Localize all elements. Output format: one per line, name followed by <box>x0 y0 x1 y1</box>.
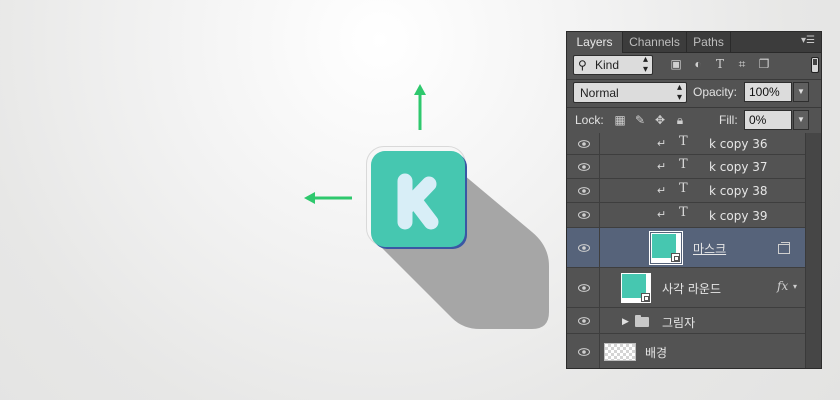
lock-label: Lock: <box>575 113 604 127</box>
fill-label: Fill: <box>719 113 738 127</box>
layers-panel: Layers Channels Paths ▾☰ ⚲ Kind ▴ ▾ ▣ ◐ T… <box>566 31 822 369</box>
visibility-cell[interactable] <box>567 203 600 227</box>
blend-mode-value: Normal <box>580 86 619 100</box>
visibility-cell[interactable] <box>567 334 600 368</box>
layer-row-k-copy-39[interactable]: ↵ T k copy 39 <box>567 203 805 228</box>
layer-name: 그림자 <box>662 316 696 330</box>
clipping-mask-icon: ↵ <box>657 161 667 173</box>
eye-icon[interactable] <box>578 317 590 325</box>
layer-name[interactable]: 마스크 <box>693 240 726 257</box>
lock-paint-icon[interactable]: ✎ <box>633 112 647 128</box>
adjustment-filter-icon[interactable]: ◐ <box>691 57 705 71</box>
search-icon: ⚲ <box>578 58 587 72</box>
lock-move-icon[interactable]: ✥ <box>653 112 667 128</box>
eye-icon[interactable] <box>578 163 590 171</box>
app-icon-face <box>371 151 465 247</box>
lock-all-icon[interactable]: 🔒︎ <box>673 112 687 128</box>
layers-scrollbar[interactable] <box>805 133 821 368</box>
opacity-input[interactable]: 100% <box>744 82 792 102</box>
filter-kind-select[interactable]: ⚲ Kind ▴ ▾ <box>573 55 653 75</box>
k-letter-glyph <box>397 173 439 230</box>
vector-mask-icon <box>671 253 680 262</box>
arrow-left-icon <box>304 192 352 204</box>
layer-name: 사각 라운드 <box>662 282 722 296</box>
layer-name: k copy 38 <box>709 184 768 198</box>
layer-name: k copy 36 <box>709 137 768 151</box>
color-label-mark <box>567 368 597 369</box>
filter-toggle-switch[interactable] <box>811 57 819 73</box>
visibility-cell[interactable] <box>567 179 600 202</box>
clipping-mask-icon: ↵ <box>657 209 667 221</box>
spinner-icon: ▴ ▾ <box>676 82 682 103</box>
long-shadow <box>370 170 549 329</box>
spinner-icon: ▴ ▾ <box>642 54 648 75</box>
lock-transparent-icon[interactable]: ▦ <box>613 112 627 128</box>
tab-layers[interactable]: Layers <box>567 32 623 53</box>
layer-row-rounded-rect[interactable]: 사각 라운드 fx ▾ <box>567 268 805 308</box>
blend-row: Normal ▴ ▾ Opacity: 100% ▼ <box>573 82 817 104</box>
arrow-up-icon <box>414 84 426 130</box>
smart-object-filter-icon[interactable]: ❐ <box>757 57 771 71</box>
layer-thumbnail[interactable] <box>649 231 683 265</box>
eye-icon[interactable] <box>578 284 590 292</box>
clipping-mask-icon: ↵ <box>657 185 667 197</box>
visibility-cell[interactable] <box>567 308 600 333</box>
folder-icon <box>635 315 649 327</box>
smart-object-icon <box>778 242 790 254</box>
layer-row-k-copy-36[interactable]: ↵ T k copy 36 <box>567 133 805 155</box>
eye-icon[interactable] <box>578 244 590 252</box>
image-filter-icon[interactable]: ▣ <box>669 57 683 71</box>
eye-icon[interactable] <box>578 211 590 219</box>
expand-effects-icon[interactable]: ▾ <box>793 282 797 291</box>
layer-filter-row: ⚲ Kind ▴ ▾ ▣ ◐ T ⌗ ❐ <box>573 55 819 77</box>
type-layer-icon: T <box>679 134 688 149</box>
fx-icon[interactable]: fx <box>777 279 788 293</box>
visibility-cell[interactable] <box>567 155 600 178</box>
fill-input[interactable]: 0% <box>744 110 792 130</box>
blend-mode-select[interactable]: Normal ▴ ▾ <box>573 82 687 103</box>
panel-menu-icon[interactable]: ▾☰ <box>801 36 815 46</box>
lock-row: Lock: ▦ ✎ ✥ 🔒︎ Fill: 0% ▼ <box>573 110 817 132</box>
layer-row-background[interactable]: 배경 <box>567 334 805 369</box>
canvas-artboard <box>0 0 560 400</box>
layer-name: k copy 37 <box>709 160 768 174</box>
layer-thumbnail[interactable] <box>621 273 651 303</box>
opacity-label: Opacity: <box>693 85 738 99</box>
layer-name: 배경 <box>645 346 668 360</box>
visibility-cell[interactable] <box>567 133 600 154</box>
eye-icon[interactable] <box>578 348 590 356</box>
background-thumbnail[interactable] <box>604 343 636 361</box>
app-icon <box>366 146 466 247</box>
layer-name: k copy 39 <box>709 209 768 223</box>
vector-mask-icon <box>641 293 650 302</box>
opacity-dropdown-button[interactable]: ▼ <box>793 82 809 102</box>
filter-kind-label: Kind <box>595 58 620 72</box>
visibility-cell[interactable] <box>567 268 600 307</box>
eye-icon[interactable] <box>578 187 590 195</box>
layer-row-shadow-group[interactable]: ▶ 그림자 <box>567 308 805 334</box>
layer-row-mask[interactable]: 마스크 <box>567 228 805 268</box>
type-layer-icon: T <box>679 181 688 196</box>
shape-filter-icon[interactable]: ⌗ <box>735 57 749 71</box>
separator <box>567 107 821 108</box>
visibility-cell[interactable] <box>567 228 600 267</box>
tab-channels[interactable]: Channels <box>623 32 687 52</box>
expand-group-icon[interactable]: ▶ <box>622 316 629 327</box>
fill-dropdown-button[interactable]: ▼ <box>793 110 809 130</box>
layer-row-k-copy-38[interactable]: ↵ T k copy 38 <box>567 179 805 203</box>
layers-list: ↵ T k copy 36 ↵ T k copy 37 ↵ T k copy 3… <box>567 133 805 369</box>
layer-row-k-copy-37[interactable]: ↵ T k copy 37 <box>567 155 805 179</box>
panel-tabbar: Layers Channels Paths ▾☰ <box>567 32 821 53</box>
type-filter-icon[interactable]: T <box>713 57 727 71</box>
tab-paths[interactable]: Paths <box>687 32 731 52</box>
separator <box>567 79 821 80</box>
eye-icon[interactable] <box>578 140 590 148</box>
type-layer-icon: T <box>679 157 688 172</box>
type-layer-icon: T <box>679 205 688 220</box>
clipping-mask-icon: ↵ <box>657 138 667 150</box>
